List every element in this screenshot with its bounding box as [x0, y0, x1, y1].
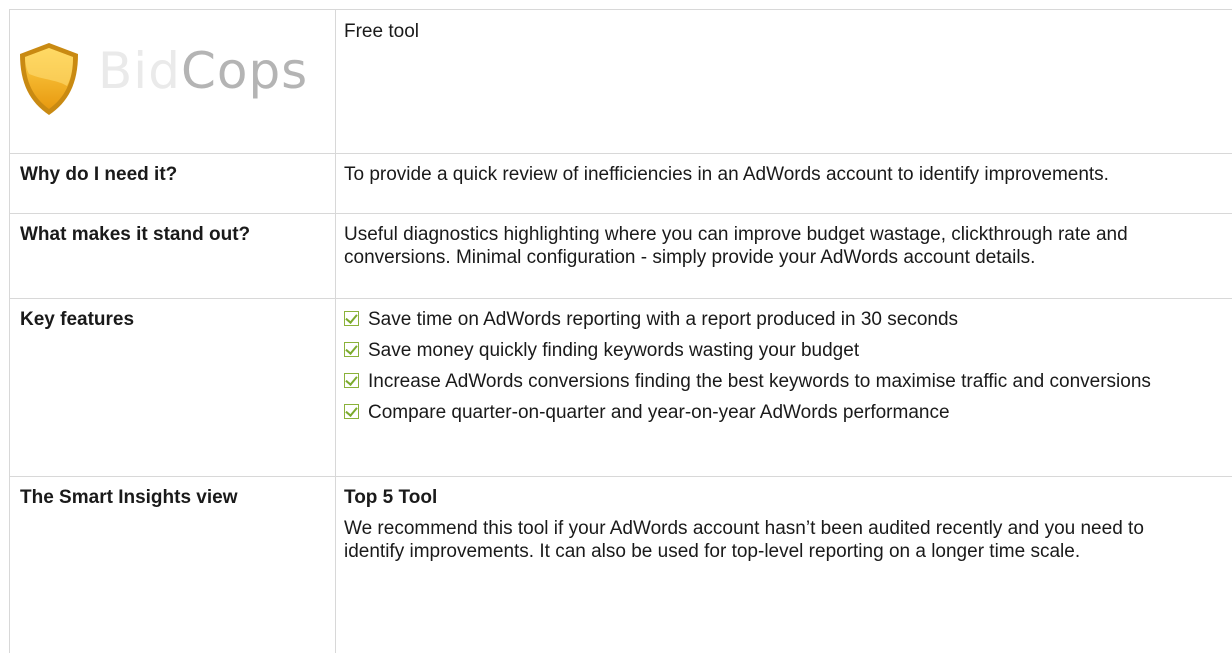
- view-label: The Smart Insights view: [20, 487, 238, 508]
- view-value: We recommend this tool if your AdWords a…: [344, 518, 1144, 562]
- checkbox-icon: [344, 342, 359, 357]
- features-list: Save time on AdWords reporting with a re…: [344, 308, 1174, 432]
- bidcops-logo: BidCops: [14, 40, 314, 120]
- view-heading: Top 5 Tool: [344, 487, 438, 508]
- feature-item: Compare quarter-on-quarter and year-on-y…: [344, 401, 1174, 424]
- why-label: Why do I need it?: [20, 164, 178, 185]
- standout-label: What makes it stand out?: [20, 224, 251, 245]
- logo-wordmark: BidCops: [98, 42, 309, 100]
- why-value: To provide a quick review of inefficienc…: [344, 164, 1109, 185]
- feature-item: Save time on AdWords reporting with a re…: [344, 308, 1174, 331]
- pricing-label: Free tool: [344, 21, 419, 42]
- row-divider: [9, 153, 1232, 154]
- row-divider: [9, 476, 1232, 477]
- checkbox-icon: [344, 311, 359, 326]
- row-divider: [9, 298, 1232, 299]
- feature-item: Increase AdWords conversions finding the…: [344, 370, 1174, 393]
- column-divider: [335, 9, 336, 653]
- checkbox-icon: [344, 373, 359, 388]
- checkbox-icon: [344, 404, 359, 419]
- standout-value: Useful diagnostics highlighting where yo…: [344, 224, 1128, 268]
- row-divider: [9, 213, 1232, 214]
- features-label: Key features: [20, 309, 135, 330]
- feature-item: Save money quickly finding keywords wast…: [344, 339, 1174, 362]
- shield-icon: [20, 43, 78, 115]
